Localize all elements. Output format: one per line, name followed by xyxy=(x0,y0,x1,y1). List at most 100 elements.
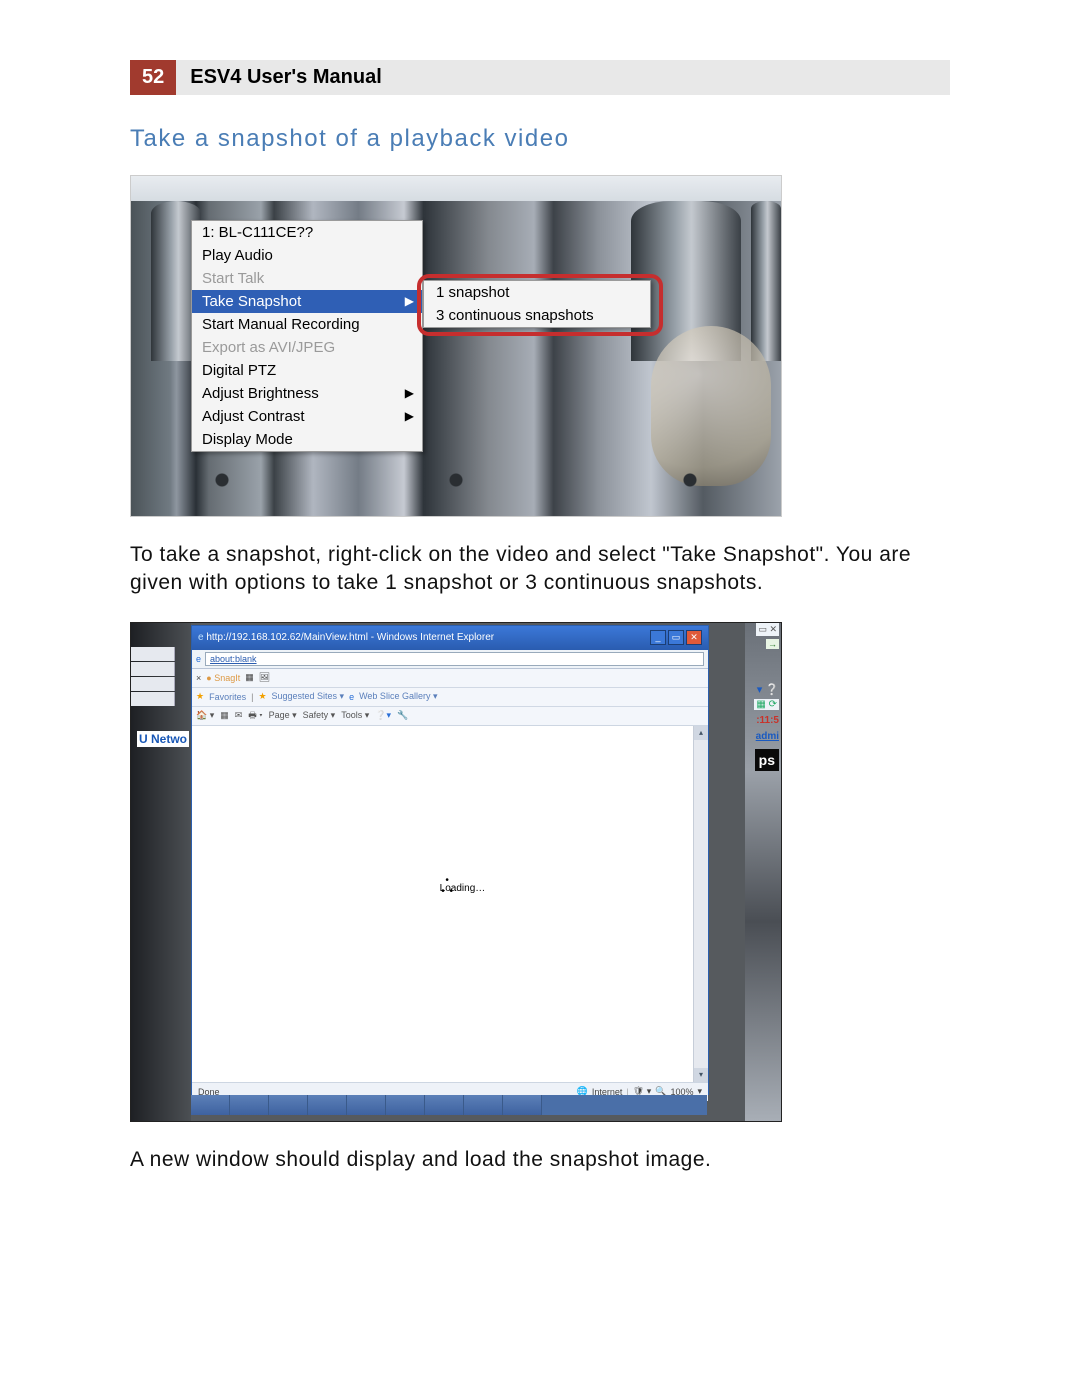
context-menu[interactable]: 1: BL-C111CE?? Play Audio Start Talk Tak… xyxy=(191,220,423,452)
context-submenu-take-snapshot[interactable]: 1 snapshot 3 continuous snapshots xyxy=(423,280,651,328)
menu-item-label: Adjust Brightness xyxy=(202,385,319,402)
browser-address-bar-row: e about:blank xyxy=(192,650,708,669)
taskbar-item[interactable] xyxy=(503,1095,542,1115)
loading-text: Loading… xyxy=(440,883,486,894)
menu-item-play-audio[interactable]: Play Audio xyxy=(192,244,422,267)
browser-title-label: http://192.168.102.62/MainView.html - Wi… xyxy=(206,632,494,643)
page-menu[interactable]: Page ▾ xyxy=(269,710,297,721)
time-fragment: :11:5 xyxy=(756,715,779,726)
help-icon: ▾ ❔ xyxy=(757,683,779,696)
window-controls-fragment: ▭ ✕ xyxy=(756,623,779,636)
browser-command-row: 🏠 ▾ ▦ ✉ 🖶 ▾ Page ▾ Safety ▾ Tools ▾ ❔▾ 🔧 xyxy=(192,707,708,726)
menu-item-label: Start Manual Recording xyxy=(202,316,360,333)
page-number: 52 xyxy=(130,60,176,95)
scroll-up-button[interactable]: ▴ xyxy=(694,726,708,740)
submenu-item-1-snapshot[interactable]: 1 snapshot xyxy=(424,281,650,304)
menu-item-label: Display Mode xyxy=(202,431,293,448)
menu-item-export-avi-jpeg: Export as AVI/JPEG xyxy=(192,336,422,359)
taskbar-item[interactable] xyxy=(308,1095,347,1115)
suggested-sites-icon[interactable]: ★ xyxy=(258,691,266,702)
figure-browser-loading: U Netwo ▭ ✕ → ▾ ❔ ▦ ⟳ :11:5 admi ps e ht… xyxy=(130,622,782,1122)
close-button[interactable]: ✕ xyxy=(686,630,702,645)
manual-title: ESV4 User's Manual xyxy=(176,60,950,95)
browser-favorites-row: ★ Favorites | ★ Suggested Sites ▾ e Web … xyxy=(192,688,708,707)
video-bg-sky xyxy=(131,176,781,201)
taskbar-fragment xyxy=(191,1095,707,1115)
browser-window: e http://192.168.102.62/MainView.html - … xyxy=(191,625,709,1095)
app-right-fragment: ▭ ✕ → ▾ ❔ ▦ ⟳ :11:5 admi ps xyxy=(745,623,781,1121)
menu-item-label: 1: BL-C111CE?? xyxy=(202,224,313,241)
submenu-item-label: 1 snapshot xyxy=(436,284,509,301)
video-bg-chain xyxy=(131,456,781,516)
browser-title-text: e http://192.168.102.62/MainView.html - … xyxy=(198,632,494,643)
snagit-label: SnagIt xyxy=(214,673,240,683)
taskbar-item[interactable] xyxy=(269,1095,308,1115)
taskbar-item[interactable] xyxy=(386,1095,425,1115)
minimize-button[interactable]: _ xyxy=(650,630,666,645)
print-icon[interactable]: 🖶 ▾ xyxy=(248,708,262,724)
menu-item-label: Play Audio xyxy=(202,247,273,264)
submenu-item-3-continuous-snapshots[interactable]: 3 continuous snapshots xyxy=(424,304,650,327)
submenu-item-label: 3 continuous snapshots xyxy=(436,307,594,324)
taskbar-item[interactable] xyxy=(464,1095,503,1115)
app-label-fragment: U Netwo xyxy=(137,731,189,747)
web-slice-gallery-link[interactable]: Web Slice Gallery ▾ xyxy=(359,691,437,702)
read-mail-icon[interactable]: ✉ xyxy=(235,710,243,721)
address-bar[interactable]: about:blank xyxy=(205,652,704,666)
menu-item-display-mode[interactable]: Display Mode xyxy=(192,428,422,451)
go-button-fragment: → xyxy=(766,639,779,649)
spinner-icon: • • • xyxy=(440,875,456,881)
menu-item-camera-id[interactable]: 1: BL-C111CE?? xyxy=(192,221,422,244)
menu-item-label: Adjust Contrast xyxy=(202,408,305,425)
browser-titlebar: e http://192.168.102.62/MainView.html - … xyxy=(192,626,708,650)
menu-item-label: Start Talk xyxy=(202,270,264,287)
taskbar-item[interactable] xyxy=(347,1095,386,1115)
toolbar-icons-fragment: ▦ ⟳ xyxy=(754,699,779,710)
toolbar-extra-icon[interactable]: 🔧 xyxy=(397,710,408,721)
menu-item-start-manual-recording[interactable]: Start Manual Recording xyxy=(192,313,422,336)
menu-item-take-snapshot[interactable]: Take Snapshot ▶ xyxy=(192,290,422,313)
page-header: 52 ESV4 User's Manual xyxy=(130,60,950,95)
snagit-toolbar-label[interactable]: ● SnagIt xyxy=(206,673,240,683)
help-icon[interactable]: ❔▾ xyxy=(375,710,391,721)
toolbar-icon[interactable]: ▦ xyxy=(245,672,254,683)
taskbar-item[interactable] xyxy=(425,1095,464,1115)
loading-indicator: • • • Loading… xyxy=(440,875,486,894)
feeds-icon[interactable]: ▦ xyxy=(220,710,229,721)
app-sidebar-fragments xyxy=(131,647,175,707)
submenu-arrow-icon: ▶ xyxy=(405,386,414,400)
section-title: Take a snapshot of a playback video xyxy=(130,125,950,153)
taskbar-item[interactable] xyxy=(230,1095,269,1115)
menu-item-adjust-brightness[interactable]: Adjust Brightness ▶ xyxy=(192,382,422,405)
menu-item-adjust-contrast[interactable]: Adjust Contrast ▶ xyxy=(192,405,422,428)
body-paragraph-1: To take a snapshot, right-click on the v… xyxy=(130,541,950,598)
favorites-label[interactable]: Favorites xyxy=(209,692,246,702)
suggested-sites-link[interactable]: Suggested Sites ▾ xyxy=(272,691,345,702)
favorites-star-icon[interactable]: ★ xyxy=(196,691,204,702)
taskbar-item[interactable] xyxy=(191,1095,230,1115)
menu-item-label: Export as AVI/JPEG xyxy=(202,339,335,356)
submenu-arrow-icon: ▶ xyxy=(405,294,414,308)
toolbar-icon[interactable]: 🖼 xyxy=(259,672,270,683)
scroll-down-button[interactable]: ▾ xyxy=(694,1068,708,1082)
browser-content-area: • • • Loading… ▴ ▾ xyxy=(192,726,708,1082)
menu-item-label: Digital PTZ xyxy=(202,362,276,379)
tools-menu[interactable]: Tools ▾ xyxy=(341,710,369,721)
fps-label-fragment: ps xyxy=(755,749,779,771)
menu-item-digital-ptz[interactable]: Digital PTZ xyxy=(192,359,422,382)
submenu-arrow-icon: ▶ xyxy=(405,409,414,423)
web-slice-icon[interactable]: e xyxy=(349,692,354,702)
figure-context-menu-video: 1: BL-C111CE?? Play Audio Start Talk Tak… xyxy=(130,175,782,517)
vertical-scrollbar[interactable]: ▴ ▾ xyxy=(693,726,708,1082)
menu-item-label: Take Snapshot xyxy=(202,293,301,310)
admin-link-fragment: admi xyxy=(756,731,779,742)
home-icon[interactable]: 🏠 ▾ xyxy=(196,710,214,721)
video-bg-tank xyxy=(751,201,781,361)
close-tab-icon[interactable]: × xyxy=(196,673,201,683)
body-paragraph-2: A new window should display and load the… xyxy=(130,1146,950,1174)
safety-menu[interactable]: Safety ▾ xyxy=(303,710,336,721)
ie-icon: e xyxy=(196,654,201,664)
menu-item-start-talk: Start Talk xyxy=(192,267,422,290)
maximize-button[interactable]: ▭ xyxy=(668,630,684,645)
browser-toolbar-row: × ● SnagIt ▦ 🖼 xyxy=(192,669,708,688)
